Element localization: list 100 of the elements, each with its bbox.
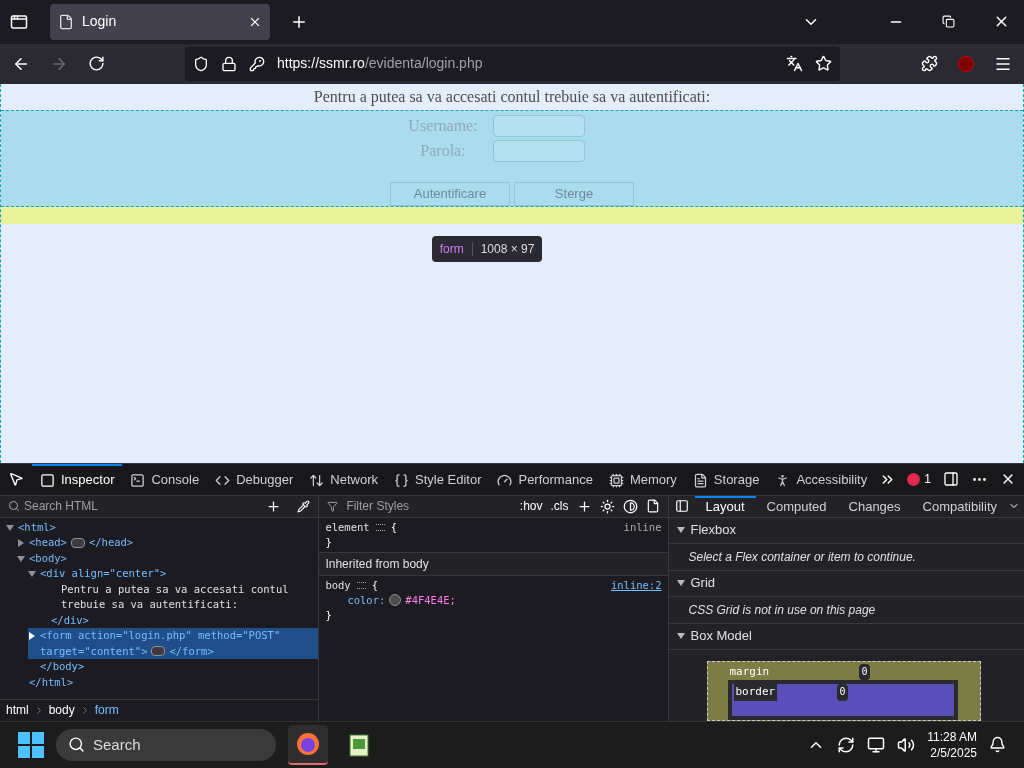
sidebar-tab[interactable]: Changes <box>837 495 912 517</box>
tool-icon <box>40 472 55 488</box>
input-field[interactable] <box>493 114 585 137</box>
speaker-icon[interactable] <box>897 735 916 754</box>
monitor-icon[interactable] <box>867 735 886 754</box>
breadcrumb[interactable]: form <box>94 701 119 719</box>
tool-icon <box>130 472 146 488</box>
devtools-tab[interactable]: Memory <box>600 463 685 495</box>
browser-logo-icon <box>296 731 320 756</box>
margin-label: margin <box>729 663 770 680</box>
ellipsis-icon[interactable] <box>70 537 85 548</box>
puzzle-icon[interactable] <box>921 55 938 73</box>
notepad-icon <box>349 732 371 757</box>
open-tag: <body> <box>29 550 67 566</box>
add-node-icon[interactable] <box>266 498 282 514</box>
expanded-triangle-icon <box>676 579 685 587</box>
breadcrumb[interactable]: body <box>48 701 75 719</box>
windows-logo-icon[interactable] <box>18 731 44 758</box>
color-swatch[interactable] <box>389 594 402 606</box>
lock-icon[interactable] <box>221 55 237 72</box>
section-note: CSS Grid is not in use on this page <box>668 596 1024 624</box>
filter-field[interactable]: Filter Styles <box>346 497 512 515</box>
rule-source[interactable]: inline:2 <box>610 577 662 593</box>
markup-node[interactable]: <div align="center"> <box>28 566 319 582</box>
open-tag: <form action="login.php" method="POST" <box>40 628 281 644</box>
section-note: Select a Flex container or item to continue. <box>668 543 1024 571</box>
section-header[interactable]: Grid <box>668 570 1024 597</box>
error-badge[interactable]: 1 <box>907 470 931 489</box>
tab-list-icon[interactable] <box>10 12 28 31</box>
section-header: Inherited from body <box>319 551 668 576</box>
chevron-right-icon <box>82 706 87 714</box>
property-value: #4F4E4E; <box>405 592 456 608</box>
devtools-tab[interactable]: Style Editor <box>386 463 490 495</box>
taskbar-search[interactable]: Search <box>56 728 276 761</box>
open-brace: { <box>390 519 397 535</box>
light-theme-icon[interactable] <box>599 498 615 514</box>
search-icon <box>68 736 85 754</box>
expanded-triangle-icon[interactable] <box>6 523 14 532</box>
expanded-triangle-icon[interactable] <box>17 554 25 563</box>
rule-selector: body <box>325 577 351 593</box>
devtools-tab[interactable]: Debugger <box>207 463 302 495</box>
text-content: Pentru a putea sa va accesati contul trebuie sa va autentificati: <box>60 581 290 612</box>
key-icon[interactable] <box>249 55 265 72</box>
markup-node[interactable]: <body> <box>17 550 319 566</box>
page-icon <box>58 13 74 30</box>
ellipsis-icon[interactable] <box>151 646 166 657</box>
devtools-tab[interactable]: Storage <box>684 463 768 495</box>
picker-icon[interactable] <box>8 471 24 488</box>
document-icon[interactable] <box>645 499 660 513</box>
devtools-tab[interactable]: Network <box>301 463 386 495</box>
contrast-icon[interactable] <box>622 498 638 514</box>
tool-icon <box>497 472 513 488</box>
devtools-tab[interactable]: Performance <box>489 463 601 495</box>
taskbar-app[interactable] <box>288 724 328 765</box>
reload-icon[interactable] <box>88 55 105 73</box>
expanded-triangle-icon[interactable] <box>28 570 36 578</box>
toggle-link[interactable]: .cls <box>550 497 569 515</box>
browser-tab[interactable]: Login <box>50 3 270 40</box>
devtools-tab[interactable]: Console <box>122 463 208 495</box>
sidebar-tab[interactable]: Compatibility <box>911 495 1008 517</box>
close-tag: </html> <box>17 674 319 690</box>
tool-icon <box>394 472 409 488</box>
markup-node[interactable]: <html> <box>6 519 319 535</box>
close-brace: } <box>325 608 332 621</box>
sidebar-tab[interactable]: Computed <box>755 495 838 517</box>
section-header[interactable]: Box Model <box>668 623 1024 650</box>
border-value: 0 <box>837 684 848 701</box>
dock-icon[interactable] <box>943 471 959 488</box>
markup-node[interactable]: <head> </head> <box>17 535 319 551</box>
star-icon[interactable] <box>815 55 832 73</box>
toggle-link[interactable]: :hov <box>519 497 543 515</box>
sidebar-toggle-icon[interactable] <box>674 499 689 513</box>
restore-icon[interactable] <box>942 15 955 29</box>
sidebar-tab[interactable]: Layout <box>694 495 756 517</box>
collapsed-triangle-icon[interactable] <box>17 539 25 547</box>
add-rule-icon[interactable] <box>576 498 592 514</box>
sync-icon[interactable] <box>837 735 856 754</box>
tool-icon <box>608 472 624 488</box>
tab-title: Login <box>82 12 118 32</box>
breadcrumb[interactable]: html <box>6 701 29 719</box>
filter-icon <box>327 500 339 512</box>
open-tag: <head> <box>29 535 67 551</box>
open-brace: { <box>371 577 378 593</box>
devtools-tab[interactable]: Accessibility <box>767 463 876 495</box>
shield-icon[interactable] <box>193 55 209 72</box>
bell-icon[interactable] <box>989 736 1006 754</box>
search-icon <box>8 500 20 512</box>
markup-node[interactable]: <form action="login.php" method="POST" target="content"> </form> <box>28 628 319 659</box>
search-field[interactable]: Search HTML <box>24 497 263 515</box>
collapsed-triangle-icon[interactable] <box>28 632 36 640</box>
margin-value: 0 <box>859 663 870 680</box>
address-bar[interactable]: https://ssmr.ro/evidenta/login.php <box>185 46 840 81</box>
rule-handle-icon <box>356 581 366 589</box>
eyedropper-icon[interactable] <box>297 499 311 513</box>
translate-icon[interactable] <box>786 55 803 73</box>
close-tag: </form> <box>169 643 214 659</box>
rule-source[interactable]: inline <box>623 519 662 535</box>
input-field[interactable] <box>493 140 585 163</box>
section-header[interactable]: Flexbox <box>668 517 1024 544</box>
open-tag: target="content"> <box>40 643 148 659</box>
